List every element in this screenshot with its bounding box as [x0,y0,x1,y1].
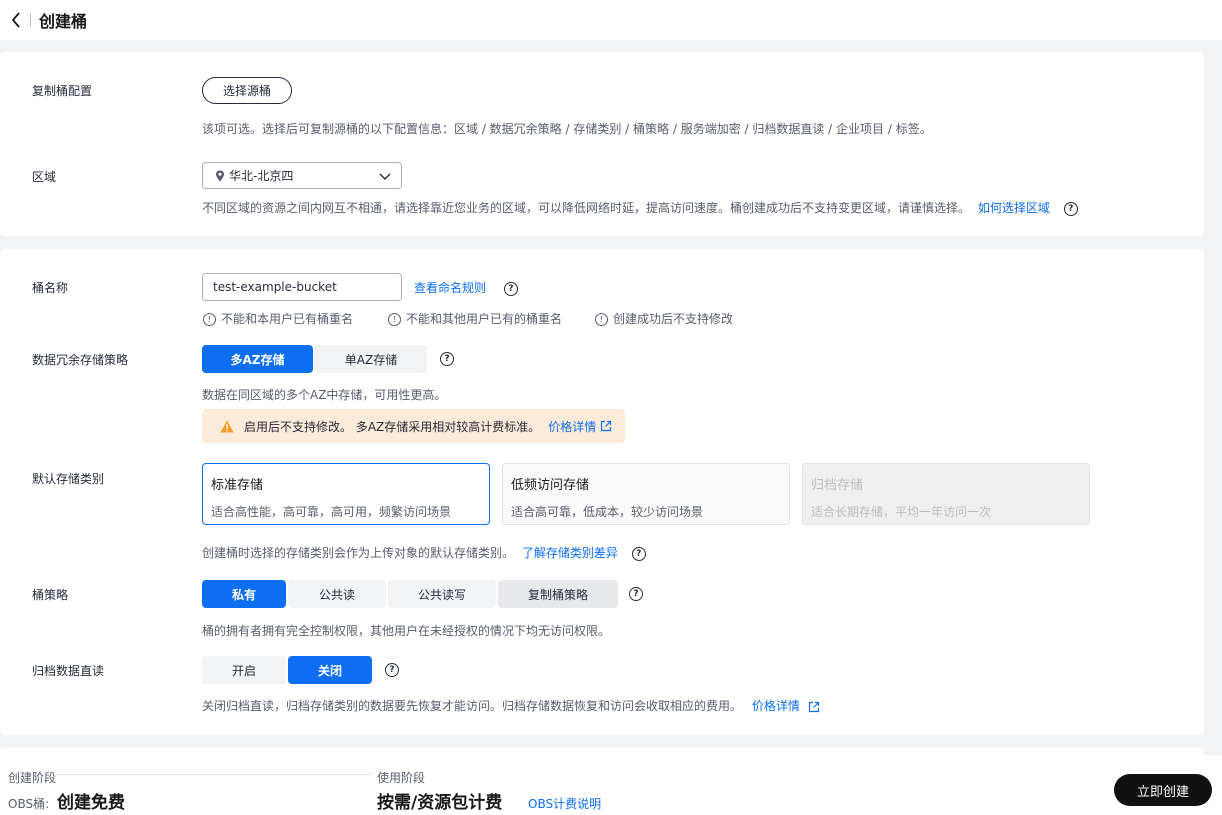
storage-card-desc: 适合高可靠，低成本，较少访问场景 [511,505,704,519]
bucket-policy-segmented: 私有 公共读 公共读写 复制桶策略 [202,580,620,608]
bucket-policy-label: 桶策略 [32,588,69,602]
bucket-name-rule-2: ! 不能和其他用户已有的桶重名 [388,310,562,327]
chevron-down-icon [379,170,391,185]
storage-class-label: 默认存储类别 [32,472,105,486]
bucket-name-rule-3: ! 创建成功后不支持修改 [595,310,733,327]
footer-bar: 创建阶段 OBS桶: 创建免费 使用阶段 按需/资源包计费 OBS计费说明 立即… [0,755,1222,815]
redundancy-hint: 数据在同区域的多个AZ中存储，可用性更高。 [202,388,447,402]
storage-card-title: 归档存储 [811,478,864,493]
basic-config-card: 复制桶配置 选择源桶 该项可选。选择后可复制源桶的以下配置信息：区域 / 数据冗… [0,52,1204,236]
storage-card-standard[interactable]: 标准存储 适合高性能，高可靠，高可用，频繁访问场景 [202,463,490,525]
policy-private-option[interactable]: 私有 [202,580,286,608]
storage-card-archive: 归档存储 适合长期存储，平均一年访问一次 [802,463,1090,525]
usage-stage-label: 使用阶段 [377,771,426,785]
location-pin-icon [215,170,225,182]
storage-card-desc: 适合长期存储，平均一年访问一次 [811,505,992,519]
redundancy-warning: 启用后不支持修改。 多AZ存储采用相对较高计费标准。 价格详情 [202,409,625,443]
bucket-settings-card: 桶名称 查看命名规则 ? ! 不能和本用户已有桶重名 ! 不能和其他用户已有的桶重名… [0,249,1204,735]
external-link-icon [808,701,820,713]
bucket-policy-hint: 桶的拥有者拥有完全控制权限，其他用户在未经授权的情况下均无访问权限。 [202,624,611,638]
obs-billing-link[interactable]: OBS计费说明 [528,797,601,811]
rule-text: 不能和其他用户已有的桶重名 [406,312,563,326]
header-divider [30,13,31,27]
redundancy-help-icon[interactable]: ? [440,352,454,366]
warning-icon [220,420,234,433]
region-label: 区域 [32,170,57,184]
storage-class-hint-text: 创建桶时选择的存储类别会作为上传对象的默认存储类别。 [202,546,515,560]
replicate-config-label: 复制桶配置 [32,84,93,98]
storage-card-infrequent[interactable]: 低频访问存储 适合高可靠，低成本，较少访问场景 [502,463,790,525]
archive-read-hint-text: 关闭归档直读，归档存储类别的数据要先恢复才能访问。归档存储数据恢复和访问会收取相… [202,699,743,713]
external-link-icon [600,420,612,432]
create-stage-price: OBS桶: 创建免费 [8,788,125,813]
info-icon: ! [203,313,216,326]
archive-read-on-option[interactable]: 开启 [202,656,286,684]
storage-class-help-icon[interactable]: ? [631,546,646,561]
bucket-policy-help-icon[interactable]: ? [629,587,643,601]
policy-public-read-option[interactable]: 公共读 [288,580,386,608]
archive-read-off-option[interactable]: 关闭 [288,656,372,684]
redundancy-label: 数据冗余存储策略 [32,353,129,367]
archive-read-label: 归档数据直读 [32,664,105,678]
single-az-option[interactable]: 单AZ存储 [315,345,427,373]
warning-text: 启用后不支持修改。 多AZ存储采用相对较高计费标准。 [244,419,541,434]
region-select[interactable]: 华北-北京四 [202,162,402,189]
archive-read-help-icon[interactable]: ? [385,663,399,677]
archive-read-segmented: 开启 关闭 [202,656,374,684]
create-free-value: 创建免费 [56,793,125,813]
bucket-name-rules-group: 查看命名规则 ? [414,279,518,296]
region-value: 华北-北京四 [229,169,294,183]
redundancy-segmented: 多AZ存储 单AZ存储 [202,345,429,373]
create-now-button[interactable]: 立即创建 [1114,774,1212,806]
page-header: 创建桶 [0,0,1222,40]
storage-card-title: 标准存储 [211,478,264,493]
info-icon: ! [595,313,608,326]
usage-billing-value: 按需/资源包计费 [377,793,503,813]
stage-divider [56,774,372,775]
bucket-name-label: 桶名称 [32,281,69,295]
obs-bucket-prefix: OBS桶: [8,797,50,811]
policy-public-read-write-option[interactable]: 公共读写 [388,580,496,608]
archive-price-details-link[interactable]: 价格详情 [752,699,800,713]
create-stage-label: 创建阶段 [8,771,57,785]
page-title: 创建桶 [39,12,88,31]
naming-rules-link[interactable]: 查看命名规则 [414,281,486,295]
rule-text: 不能和本用户已有桶重名 [221,312,354,326]
back-arrow-icon[interactable] [8,12,24,28]
bucket-name-help-icon[interactable]: ? [503,281,518,296]
storage-card-desc: 适合高性能，高可靠，高可用，频繁访问场景 [211,505,452,519]
storage-class-diff-link[interactable]: 了解存储类别差异 [522,546,618,560]
bucket-name-rule-1: ! 不能和本用户已有桶重名 [203,310,353,327]
replicate-config-hint: 该项可选。选择后可复制源桶的以下配置信息：区域 / 数据冗余策略 / 存储类别 … [202,122,932,136]
archive-read-hint: 关闭归档直读，归档存储类别的数据要先恢复才能访问。归档存储数据恢复和访问会收取相… [202,697,820,714]
region-help-icon[interactable]: ? [1063,201,1078,216]
how-to-choose-region-link[interactable]: 如何选择区域 [978,201,1050,215]
info-icon: ! [388,313,401,326]
bucket-name-input[interactable] [202,273,402,301]
select-source-bucket-button[interactable]: 选择源桶 [202,77,292,104]
storage-class-hint: 创建桶时选择的存储类别会作为上传对象的默认存储类别。 了解存储类别差异 ? [202,544,646,561]
policy-copy-option[interactable]: 复制桶策略 [498,580,618,608]
region-hint-text: 不同区域的资源之间内网互不相通，请选择靠近您业务的区域，可以降低网络时延，提高访… [202,201,971,215]
storage-card-title: 低频访问存储 [511,478,590,493]
multi-az-option[interactable]: 多AZ存储 [202,345,313,373]
region-hint: 不同区域的资源之间内网互不相通，请选择靠近您业务的区域，可以降低网络时延，提高访… [202,199,1078,216]
usage-stage-price: 按需/资源包计费 OBS计费说明 [377,788,601,813]
rule-text: 创建成功后不支持修改 [613,312,734,326]
price-details-link[interactable]: 价格详情 [548,418,596,435]
